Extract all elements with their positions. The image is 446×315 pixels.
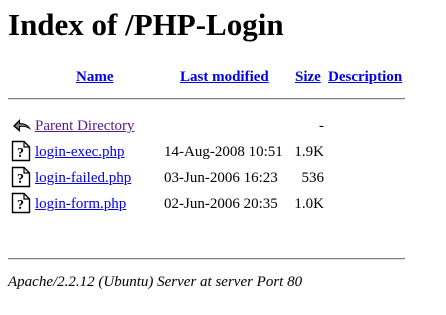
file-name-cell: login-exec.php — [35, 143, 125, 161]
svg-text:?: ? — [17, 146, 24, 161]
file-link[interactable]: login-failed.php — [35, 170, 131, 186]
file-last-modified: 02-Jun-2006 20:35 — [164, 196, 278, 212]
column-header-name: Name — [76, 68, 114, 86]
column-header-size: Size — [295, 68, 321, 86]
column-header-last-modified: Last modified — [180, 68, 269, 86]
file-size: 536 — [301, 170, 325, 186]
header-divider — [8, 98, 405, 100]
column-header-description: Description — [328, 68, 402, 86]
sort-by-description-link[interactable]: Description — [328, 69, 402, 85]
parent-directory-link[interactable]: Parent Directory — [35, 118, 135, 134]
file-link[interactable]: login-exec.php — [35, 144, 125, 160]
sort-by-last-modified-link[interactable]: Last modified — [180, 69, 269, 85]
sort-by-name-link[interactable]: Name — [76, 69, 114, 85]
parent-directory-link-wrap: Parent Directory — [35, 117, 135, 135]
footer-divider — [8, 258, 405, 260]
parent-directory-size: - — [319, 118, 324, 134]
unknown-file-icon: ? — [11, 166, 31, 188]
back-arrow-icon — [11, 113, 31, 135]
page-title: Index of /PHP-Login — [8, 7, 284, 42]
file-link[interactable]: login-form.php — [35, 196, 126, 212]
svg-text:?: ? — [17, 198, 24, 213]
file-size: 1.9K — [294, 144, 324, 160]
unknown-file-icon: ? — [11, 140, 31, 162]
file-size: 1.0K — [294, 196, 324, 212]
file-name-cell: login-form.php — [35, 195, 126, 213]
file-last-modified: 03-Jun-2006 16:23 — [164, 170, 278, 186]
unknown-file-icon: ? — [11, 192, 31, 214]
file-last-modified: 14-Aug-2008 10:51 — [164, 144, 283, 160]
file-name-cell: login-failed.php — [35, 169, 131, 187]
sort-by-size-link[interactable]: Size — [295, 69, 321, 85]
server-signature: Apache/2.2.12 (Ubuntu) Server at server … — [8, 274, 303, 290]
svg-text:?: ? — [17, 172, 24, 187]
